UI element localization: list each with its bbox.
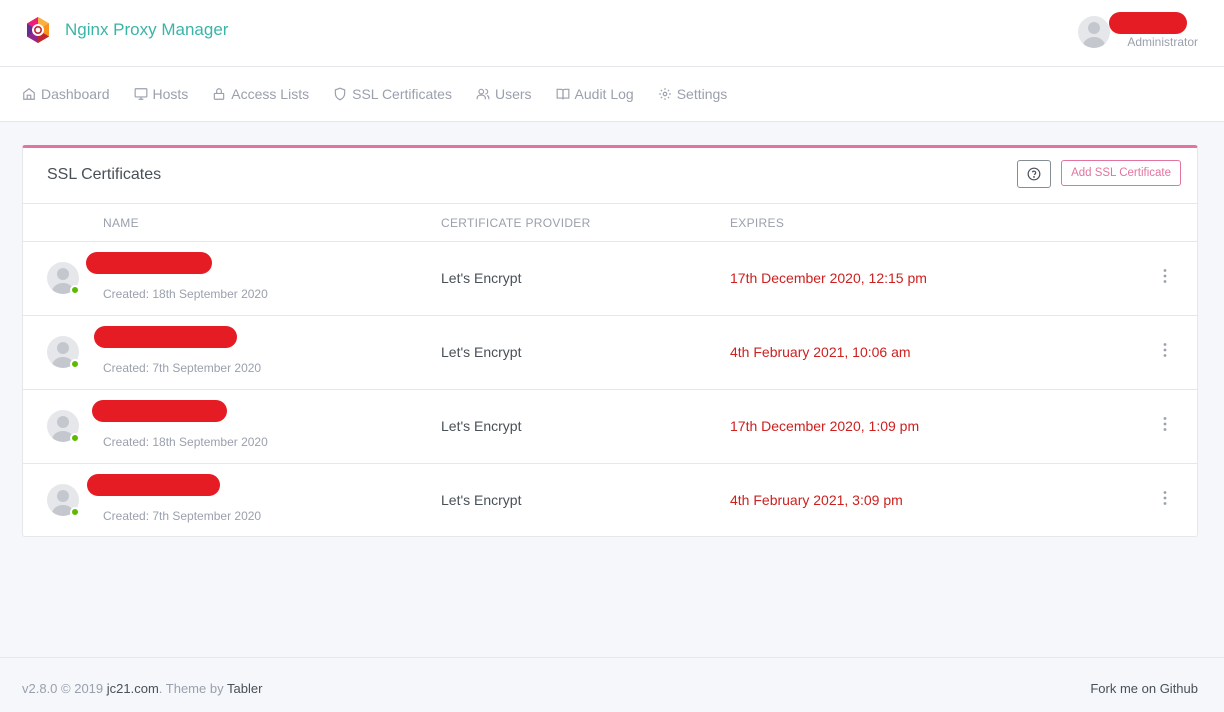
- expires-date: 17th December 2020, 12:15 pm: [730, 270, 927, 286]
- user-menu[interactable]: Administrator: [1078, 12, 1198, 54]
- nav-item-audit-log[interactable]: Audit Log: [556, 86, 634, 102]
- created-date: Created: 7th September 2020: [103, 509, 262, 523]
- help-circle-icon: [1027, 167, 1041, 181]
- nav-item-hosts[interactable]: Hosts: [134, 86, 189, 102]
- status-online-dot: [70, 285, 80, 295]
- book-icon: [556, 88, 569, 100]
- expires-date: 4th February 2021, 10:06 am: [730, 344, 911, 360]
- nav-label: Users: [494, 86, 532, 102]
- table-row: Created: 7th September 2020 Let's Encryp…: [23, 316, 1197, 390]
- nav-item-access-lists[interactable]: Access Lists: [212, 86, 309, 102]
- users-icon: [476, 88, 490, 100]
- nav-item-ssl-certificates[interactable]: SSL Certificates: [333, 86, 452, 102]
- monitor-icon: [134, 88, 147, 100]
- created-date: Created: 18th September 2020: [103, 435, 268, 449]
- nav-item-dashboard[interactable]: Dashboard: [22, 86, 110, 102]
- created-date: Created: 18th September 2020: [103, 287, 268, 301]
- card-header: SSL Certificates Add SSL Certificate: [23, 148, 1197, 204]
- column-header-provider[interactable]: CERTIFICATE PROVIDER: [441, 216, 591, 230]
- nav-label: Dashboard: [41, 86, 110, 102]
- nav-label: Hosts: [152, 86, 189, 102]
- version-text: v2.8.0 © 2019: [22, 681, 104, 696]
- domain-name-redaction: [94, 326, 237, 348]
- theme-text: . Theme by: [158, 681, 224, 696]
- domain-name-redaction: [86, 252, 212, 274]
- nav-label: Audit Log: [574, 86, 634, 102]
- ssl-certificates-card: SSL Certificates Add SSL Certificate NAM…: [22, 145, 1198, 537]
- brand[interactable]: Nginx Proxy Manager: [24, 16, 228, 44]
- nav-item-users[interactable]: Users: [476, 86, 532, 102]
- certificate-provider: Let's Encrypt: [441, 270, 522, 286]
- home-icon: [23, 88, 35, 100]
- table-header: NAME CERTIFICATE PROVIDER EXPIRES: [23, 204, 1197, 242]
- lock-icon: [214, 88, 225, 100]
- card-title: SSL Certificates: [47, 166, 162, 183]
- app-title: Nginx Proxy Manager: [65, 20, 229, 39]
- status-online-dot: [70, 507, 80, 517]
- certificate-provider: Let's Encrypt: [441, 418, 522, 434]
- page-footer: v2.8.0 © 2019 jc21.com. Theme by Tabler …: [0, 657, 1224, 712]
- more-vertical-icon[interactable]: [1161, 416, 1169, 432]
- expires-date: 17th December 2020, 1:09 pm: [730, 418, 920, 434]
- theme-link[interactable]: Tabler: [227, 681, 262, 696]
- more-vertical-icon[interactable]: [1161, 268, 1169, 284]
- table-row: Created: 18th September 2020 Let's Encry…: [23, 242, 1197, 316]
- table-row: Created: 18th September 2020 Let's Encry…: [23, 390, 1197, 464]
- domain-name-redaction: [92, 400, 227, 422]
- domain-name-redaction: [87, 474, 220, 496]
- created-date: Created: 7th September 2020: [103, 361, 262, 375]
- certificate-provider: Let's Encrypt: [441, 492, 522, 508]
- column-header-expires[interactable]: EXPIRES: [730, 216, 784, 230]
- help-button[interactable]: [1017, 160, 1051, 188]
- add-ssl-certificate-button[interactable]: Add SSL Certificate: [1061, 160, 1181, 186]
- column-header-name[interactable]: NAME: [103, 216, 139, 230]
- nav-label: Settings: [676, 86, 728, 102]
- github-link[interactable]: Fork me on Github: [1090, 681, 1198, 696]
- author-link[interactable]: jc21.com: [107, 681, 159, 696]
- nav-label: SSL Certificates: [352, 86, 452, 102]
- main-nav: Dashboard Hosts Access Lists SSL Certifi…: [0, 67, 1224, 122]
- table-row: Created: 7th September 2020 Let's Encryp…: [23, 464, 1197, 538]
- certificate-provider: Let's Encrypt: [441, 344, 522, 360]
- user-role: Administrator: [1127, 35, 1198, 49]
- user-avatar-icon: [1078, 16, 1110, 48]
- more-vertical-icon[interactable]: [1161, 342, 1169, 358]
- npm-hexagon-logo-icon: [27, 17, 49, 43]
- status-online-dot: [70, 359, 80, 369]
- nav-label: Access Lists: [231, 86, 310, 102]
- status-online-dot: [70, 433, 80, 443]
- gear-icon: [658, 88, 671, 100]
- more-vertical-icon[interactable]: [1161, 490, 1169, 506]
- footer-credits: v2.8.0 © 2019 jc21.com. Theme by Tabler: [22, 681, 262, 696]
- top-header: Nginx Proxy Manager Administrator: [0, 0, 1224, 67]
- expires-date: 4th February 2021, 3:09 pm: [730, 492, 903, 508]
- user-name-redaction: [1109, 12, 1187, 34]
- nav-item-settings[interactable]: Settings: [658, 86, 728, 102]
- shield-icon: [334, 87, 346, 101]
